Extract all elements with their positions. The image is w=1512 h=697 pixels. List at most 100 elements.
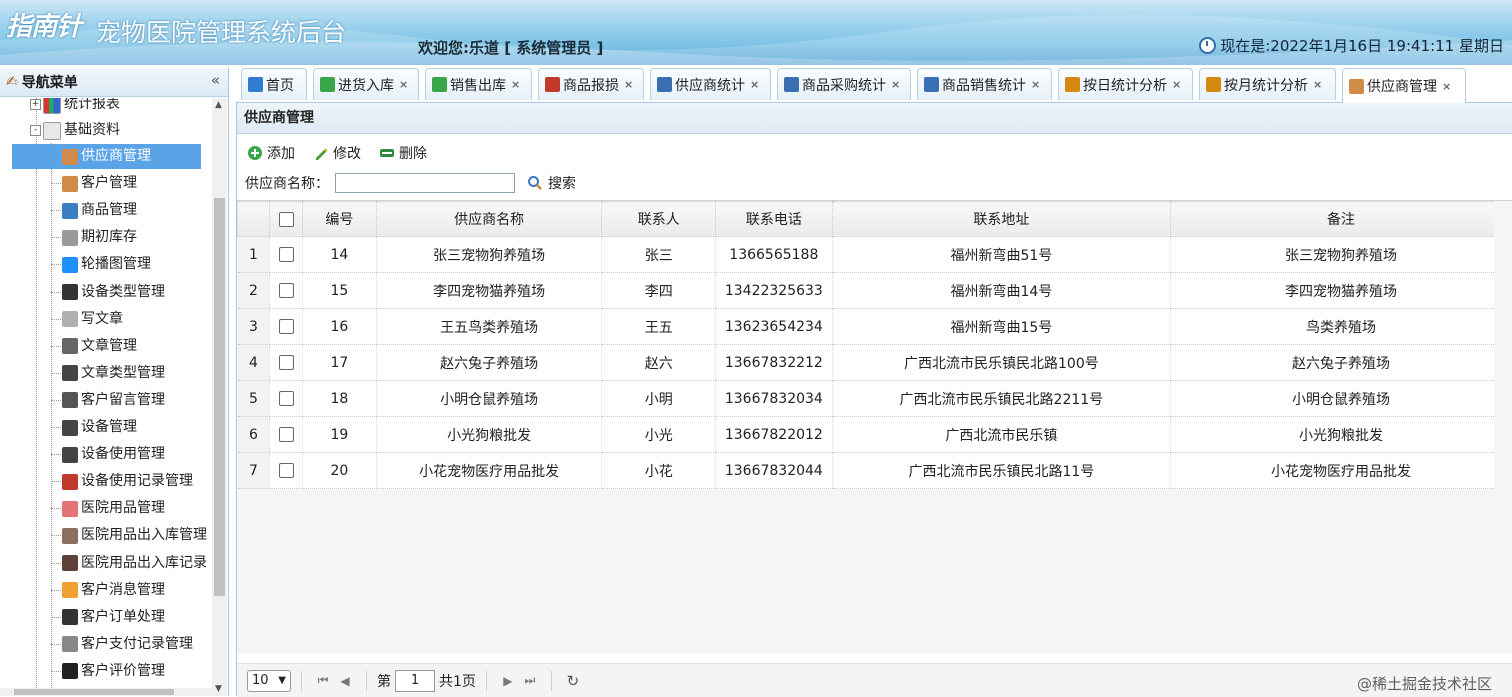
sidebar-item-4[interactable]: 轮播图管理: [62, 252, 151, 277]
sidebar-scrollbar[interactable]: ▲ ▼: [212, 98, 227, 696]
pencil-icon: [316, 148, 328, 160]
row-checkbox-cell[interactable]: [269, 416, 304, 453]
row-checkbox[interactable]: [278, 391, 294, 406]
sidebar-item-10[interactable]: 设备管理: [62, 415, 137, 440]
tab-0[interactable]: 首页: [241, 68, 307, 100]
refresh-icon[interactable]: ↻: [562, 672, 584, 690]
add-button[interactable]: 添加: [247, 143, 295, 163]
table-row[interactable]: 3 16 王五鸟类养殖场 王五 13623654234 福州新弯曲15号 鸟类养殖场: [237, 308, 1512, 345]
column-header-contact[interactable]: 联系人: [601, 201, 717, 237]
first-page-icon[interactable]: ⏮: [312, 673, 334, 688]
sidebar-item-7[interactable]: 文章管理: [62, 334, 137, 359]
close-icon[interactable]: ×: [750, 78, 759, 91]
close-icon[interactable]: ×: [1442, 80, 1451, 93]
row-checkbox[interactable]: [278, 319, 294, 334]
tab-6[interactable]: 商品销售统计 ×: [917, 68, 1052, 100]
tab-5[interactable]: 商品采购统计 ×: [777, 68, 911, 100]
tab-3[interactable]: 商品报损 ×: [538, 68, 644, 100]
chart-icon: [924, 77, 939, 92]
close-icon[interactable]: ×: [1313, 78, 1322, 91]
sidebar-item-16[interactable]: 客户消息管理: [62, 578, 165, 603]
menu-item-icon: [62, 311, 78, 328]
row-number: 7: [237, 452, 271, 489]
tab-7[interactable]: 按日统计分析 ×: [1058, 68, 1193, 100]
close-icon[interactable]: ×: [1172, 78, 1181, 91]
expand-icon[interactable]: +: [30, 99, 41, 110]
sidebar-item-2[interactable]: 商品管理: [62, 198, 137, 223]
scroll-down-icon[interactable]: ▼: [215, 684, 222, 694]
sidebar-item-17[interactable]: 客户订单处理: [62, 605, 165, 630]
tab-9[interactable]: 供应商管理 ×: [1342, 68, 1466, 103]
row-checkbox[interactable]: [278, 355, 294, 370]
column-header-name[interactable]: 供应商名称: [375, 201, 603, 237]
collapse-sidebar-button[interactable]: «: [211, 71, 220, 89]
sidebar-group-1[interactable]: - 基础资料: [30, 118, 120, 143]
select-all-checkbox[interactable]: [278, 211, 294, 227]
close-icon[interactable]: ×: [624, 78, 633, 91]
sidebar-item-9[interactable]: 客户留言管理: [62, 388, 165, 413]
nav-pin-icon: ✍: [6, 74, 18, 90]
row-checkbox-cell[interactable]: [269, 272, 304, 309]
table-row[interactable]: 7 20 小花宠物医疗用品批发 小花 13667832044 广西北流市民乐镇民北路11号…: [237, 452, 1512, 489]
sidebar-item-8[interactable]: 文章类型管理: [62, 361, 165, 386]
sidebar-item-18[interactable]: 客户支付记录管理: [62, 632, 193, 657]
search-button[interactable]: 搜索: [527, 173, 576, 193]
edit-button[interactable]: 修改: [313, 143, 361, 163]
collapse-icon[interactable]: -: [30, 125, 41, 136]
row-checkbox-cell[interactable]: [269, 236, 304, 273]
table-row[interactable]: 5 18 小明仓鼠养殖场 小明 13667832034 广西北流市民乐镇民北路2211号小…: [237, 380, 1512, 417]
sidebar-item-label: 写文章: [81, 310, 123, 327]
sidebar-item-label: 客户评价管理: [81, 662, 165, 679]
row-checkbox-cell[interactable]: [269, 308, 304, 345]
table-row[interactable]: 4 17 赵六兔子养殖场 赵六 13667832212 广西北流市民乐镇民北路100号 赵六…: [237, 344, 1512, 381]
prev-page-icon[interactable]: ◀: [334, 674, 356, 688]
sidebar-item-13[interactable]: 医院用品管理: [62, 496, 165, 521]
sidebar-item-14[interactable]: 医院用品出入库管理: [62, 523, 207, 548]
sidebar-hscrollbar[interactable]: [0, 688, 212, 696]
row-checkbox[interactable]: [278, 463, 294, 478]
row-checkbox-cell[interactable]: [269, 452, 304, 489]
sidebar-group-0[interactable]: + 统计报表: [30, 98, 120, 117]
scrollbar-thumb[interactable]: [214, 198, 225, 596]
sidebar-item-3[interactable]: 期初库存: [62, 225, 137, 250]
row-checkbox[interactable]: [278, 427, 294, 442]
next-page-icon[interactable]: ▶: [497, 674, 519, 688]
tab-2[interactable]: 销售出库 ×: [425, 68, 532, 100]
sidebar-item-1[interactable]: 客户管理: [62, 171, 137, 196]
column-header-phone[interactable]: 联系电话: [715, 201, 833, 237]
column-header-remark[interactable]: 备注: [1170, 201, 1512, 237]
table-row[interactable]: 1 14 张三宠物狗养殖场 张三 1366565188 福州新弯曲51号 张三宠物狗养殖场: [237, 236, 1512, 273]
sidebar-item-11[interactable]: 设备使用管理: [62, 442, 165, 467]
table-row[interactable]: 2 15 李四宠物猫养殖场 李四 13422325633 福州新弯曲14号 李四宠物猫养殖场: [237, 272, 1512, 309]
sidebar-item-5[interactable]: 设备类型管理: [62, 280, 165, 305]
report-icon: [1206, 77, 1221, 92]
close-icon[interactable]: ×: [511, 78, 520, 91]
supplier-name-input[interactable]: [335, 173, 515, 193]
row-checkbox-cell[interactable]: [269, 380, 304, 417]
tab-8[interactable]: 按月统计分析 ×: [1199, 68, 1336, 100]
row-checkbox[interactable]: [278, 283, 294, 298]
page-number-input[interactable]: 1: [395, 669, 435, 692]
sidebar-item-19[interactable]: 客户评价管理: [62, 659, 165, 684]
close-icon[interactable]: ×: [891, 78, 900, 91]
delete-button[interactable]: 删除: [379, 143, 427, 163]
sidebar-item-15[interactable]: 医院用品出入库记录: [62, 551, 207, 576]
last-page-icon[interactable]: ⏭: [519, 673, 541, 688]
scroll-up-icon[interactable]: ▲: [215, 100, 222, 110]
row-checkbox[interactable]: [278, 247, 294, 262]
tab-4[interactable]: 供应商统计 ×: [650, 68, 771, 100]
row-checkbox-cell[interactable]: [269, 344, 304, 381]
page-size-select[interactable]: 10 ▼: [247, 669, 291, 692]
supplier-grid: 编号 供应商名称 联系人 联系电话 联系地址 备注 1 14 张三宠物狗养殖场 张三 1…: [236, 200, 1512, 654]
sidebar-item-12[interactable]: 设备使用记录管理: [62, 469, 193, 494]
rownum-header: [236, 201, 271, 237]
close-icon[interactable]: ×: [399, 78, 408, 91]
sidebar-item-0[interactable]: 供应商管理: [12, 144, 201, 169]
table-row[interactable]: 6 19 小光狗粮批发 小光 13667822012 广西北流市民乐镇 小光狗粮批发: [237, 416, 1512, 453]
column-header-id[interactable]: 编号: [302, 201, 377, 237]
sidebar-item-6[interactable]: 写文章: [62, 307, 123, 332]
close-icon[interactable]: ×: [1031, 78, 1040, 91]
column-header-address[interactable]: 联系地址: [831, 201, 1172, 237]
hscrollbar-thumb[interactable]: [14, 689, 174, 695]
tab-1[interactable]: 进货入库 ×: [313, 68, 419, 100]
